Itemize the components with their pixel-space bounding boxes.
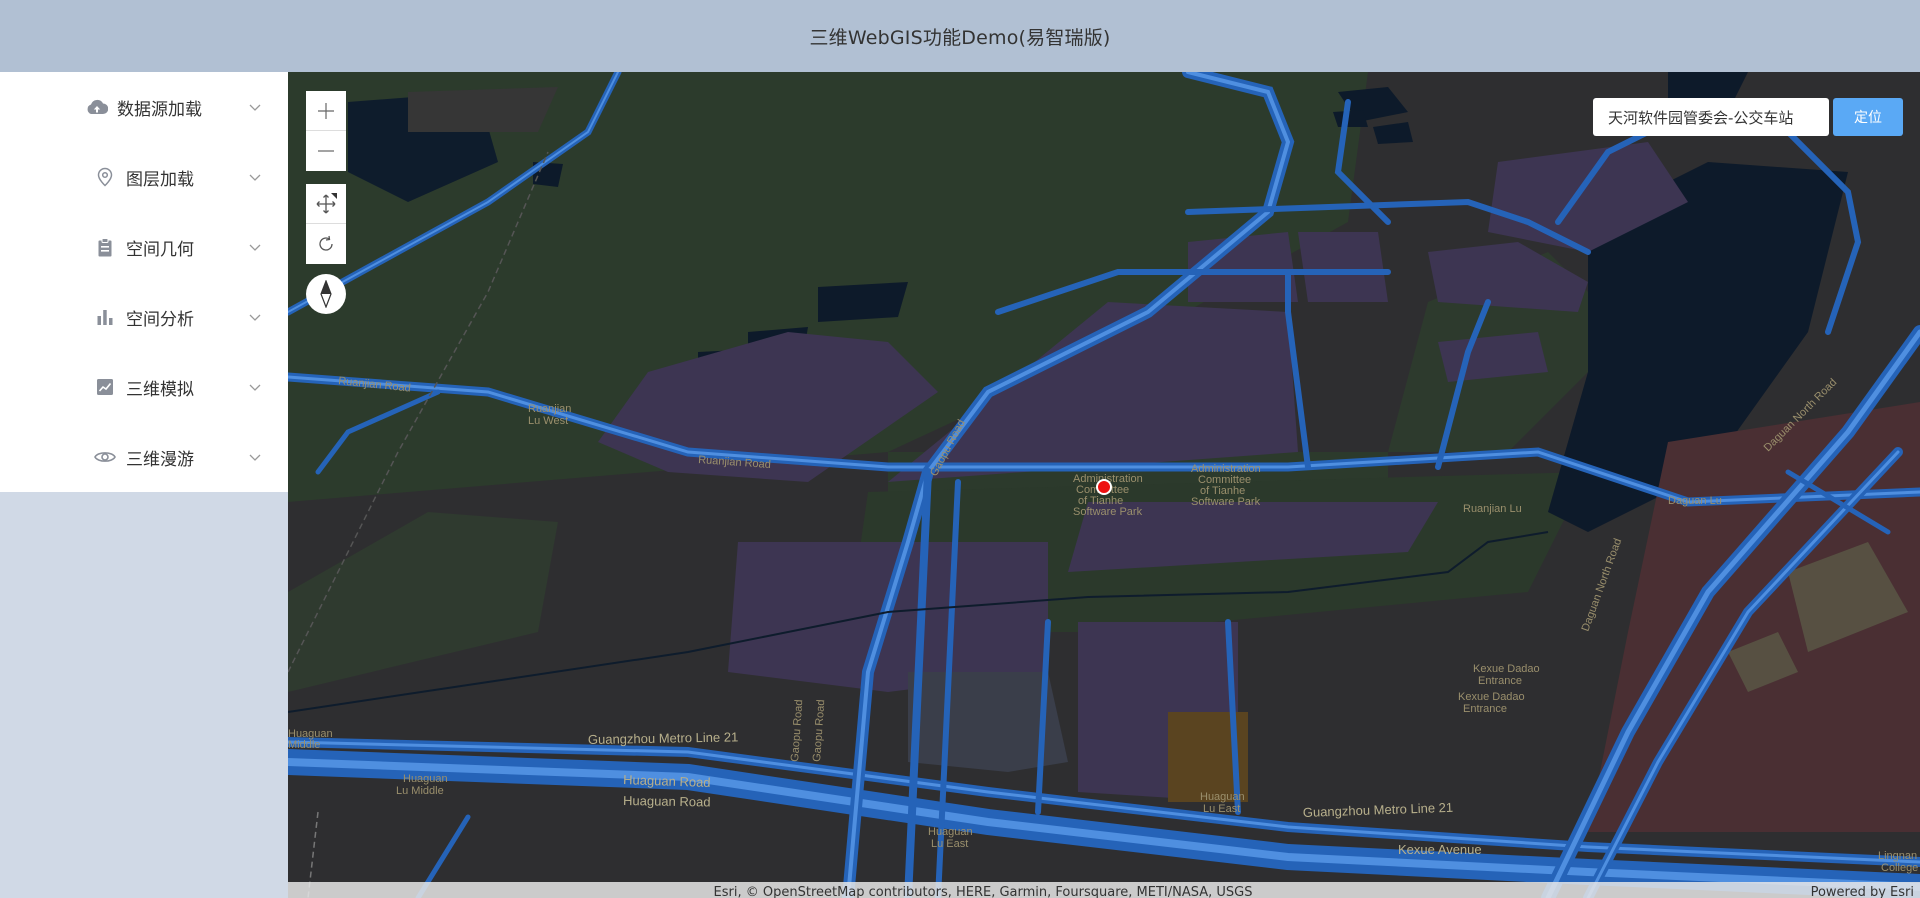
map-label: Kexue Avenue bbox=[1398, 842, 1482, 857]
location-pin-icon bbox=[94, 166, 116, 188]
map-label: Entrance bbox=[1463, 703, 1507, 715]
attribution-text: Esri, © OpenStreetMap contributors, HERE… bbox=[713, 885, 1253, 898]
map-label: Entrance bbox=[1478, 675, 1522, 687]
map-label: Software Park bbox=[1073, 506, 1143, 518]
sidebar-item-label: 图层加载 bbox=[126, 169, 194, 190]
eye-icon bbox=[94, 446, 116, 468]
map-label: Kexue Dadao bbox=[1458, 691, 1525, 703]
chevron-down-icon bbox=[249, 244, 261, 251]
search-input[interactable]: 天河软件园管委会-公交车站 bbox=[1593, 98, 1829, 136]
map-label: Lingnan bbox=[1878, 850, 1917, 862]
map-label: Lu East bbox=[931, 838, 968, 850]
map-label: Huaguan bbox=[1200, 791, 1245, 803]
chevron-down-icon bbox=[249, 314, 261, 321]
sidebar-item-label: 空间几何 bbox=[126, 239, 194, 260]
map-label: Lu East bbox=[1203, 803, 1240, 815]
powered-by-link[interactable]: Powered by Esri bbox=[1811, 885, 1914, 898]
zoom-in-button[interactable] bbox=[306, 91, 346, 131]
sidebar-item-label: 三维模拟 bbox=[126, 379, 194, 400]
map-label: College bbox=[1881, 862, 1918, 874]
map-label: Lu Middle bbox=[396, 785, 444, 797]
clipboard-icon bbox=[94, 236, 116, 258]
locate-button[interactable]: 定位 bbox=[1833, 98, 1903, 136]
sidebar-menu: 数据源加载 图层加载 空间几何 空间分析 三维模拟 三维漫游 bbox=[0, 72, 288, 492]
sidebar-item-spatial-geometry[interactable]: 空间几何 bbox=[0, 212, 288, 282]
sidebar: 数据源加载 图层加载 空间几何 空间分析 三维模拟 三维漫游 bbox=[0, 72, 288, 898]
cloud-upload-icon bbox=[86, 96, 108, 118]
line-chart-icon bbox=[94, 376, 116, 398]
rotate-button[interactable] bbox=[306, 224, 346, 264]
bar-chart-icon bbox=[94, 306, 116, 328]
basemap[interactable]: Ruanjian Road Ruanjian Road Ruanjian Lu … bbox=[288, 72, 1920, 898]
map-label: Huaguan bbox=[403, 773, 448, 785]
location-marker[interactable] bbox=[1096, 479, 1112, 495]
map-label: Huaguan bbox=[928, 826, 973, 838]
compass-button[interactable] bbox=[306, 274, 346, 314]
map-label: Middle bbox=[288, 739, 320, 751]
map-label: Huaguan Road bbox=[623, 793, 711, 810]
navigation-controls bbox=[306, 184, 346, 264]
pan-button[interactable] bbox=[306, 184, 346, 224]
chevron-down-icon bbox=[249, 454, 261, 461]
sidebar-item-3d-simulation[interactable]: 三维模拟 bbox=[0, 352, 288, 422]
page-title: 三维WebGIS功能Demo(易智瑞版) bbox=[809, 26, 1111, 49]
map-label: Ruanjian Lu bbox=[1463, 503, 1522, 515]
map-label: Lu West bbox=[528, 415, 568, 427]
sidebar-item-label: 三维漫游 bbox=[126, 449, 194, 470]
sidebar-item-3d-roaming[interactable]: 三维漫游 bbox=[0, 422, 288, 492]
sidebar-item-data-source[interactable]: 数据源加载 bbox=[0, 72, 288, 142]
app-header: 三维WebGIS功能Demo(易智瑞版) bbox=[0, 0, 1920, 72]
zoom-controls bbox=[306, 91, 346, 171]
zoom-out-button[interactable] bbox=[306, 131, 346, 171]
map-label: Kexue Dadao bbox=[1473, 663, 1540, 675]
rotate-icon bbox=[319, 235, 333, 251]
sidebar-item-spatial-analysis[interactable]: 空间分析 bbox=[0, 282, 288, 352]
map-label: Guangzhou Metro Line 21 bbox=[588, 729, 739, 747]
chevron-down-icon bbox=[249, 174, 261, 181]
map-label: Ruanjian bbox=[528, 403, 571, 415]
map-label: Daguan Lu bbox=[1668, 495, 1722, 507]
move-icon bbox=[316, 192, 337, 213]
chevron-down-icon bbox=[249, 104, 261, 111]
map-view[interactable]: Ruanjian Road Ruanjian Road Ruanjian Lu … bbox=[288, 72, 1920, 898]
sidebar-item-label: 数据源加载 bbox=[117, 99, 202, 120]
compass-icon bbox=[320, 280, 332, 308]
sidebar-item-layer-load[interactable]: 图层加载 bbox=[0, 142, 288, 212]
chevron-down-icon bbox=[249, 384, 261, 391]
minus-icon bbox=[318, 150, 334, 152]
map-label: Software Park bbox=[1191, 496, 1261, 508]
plus-icon bbox=[318, 102, 334, 119]
map-attribution: Esri, © OpenStreetMap contributors, HERE… bbox=[288, 882, 1920, 898]
map-label: Huaguan Road bbox=[623, 772, 711, 790]
sidebar-item-label: 空间分析 bbox=[126, 309, 194, 330]
